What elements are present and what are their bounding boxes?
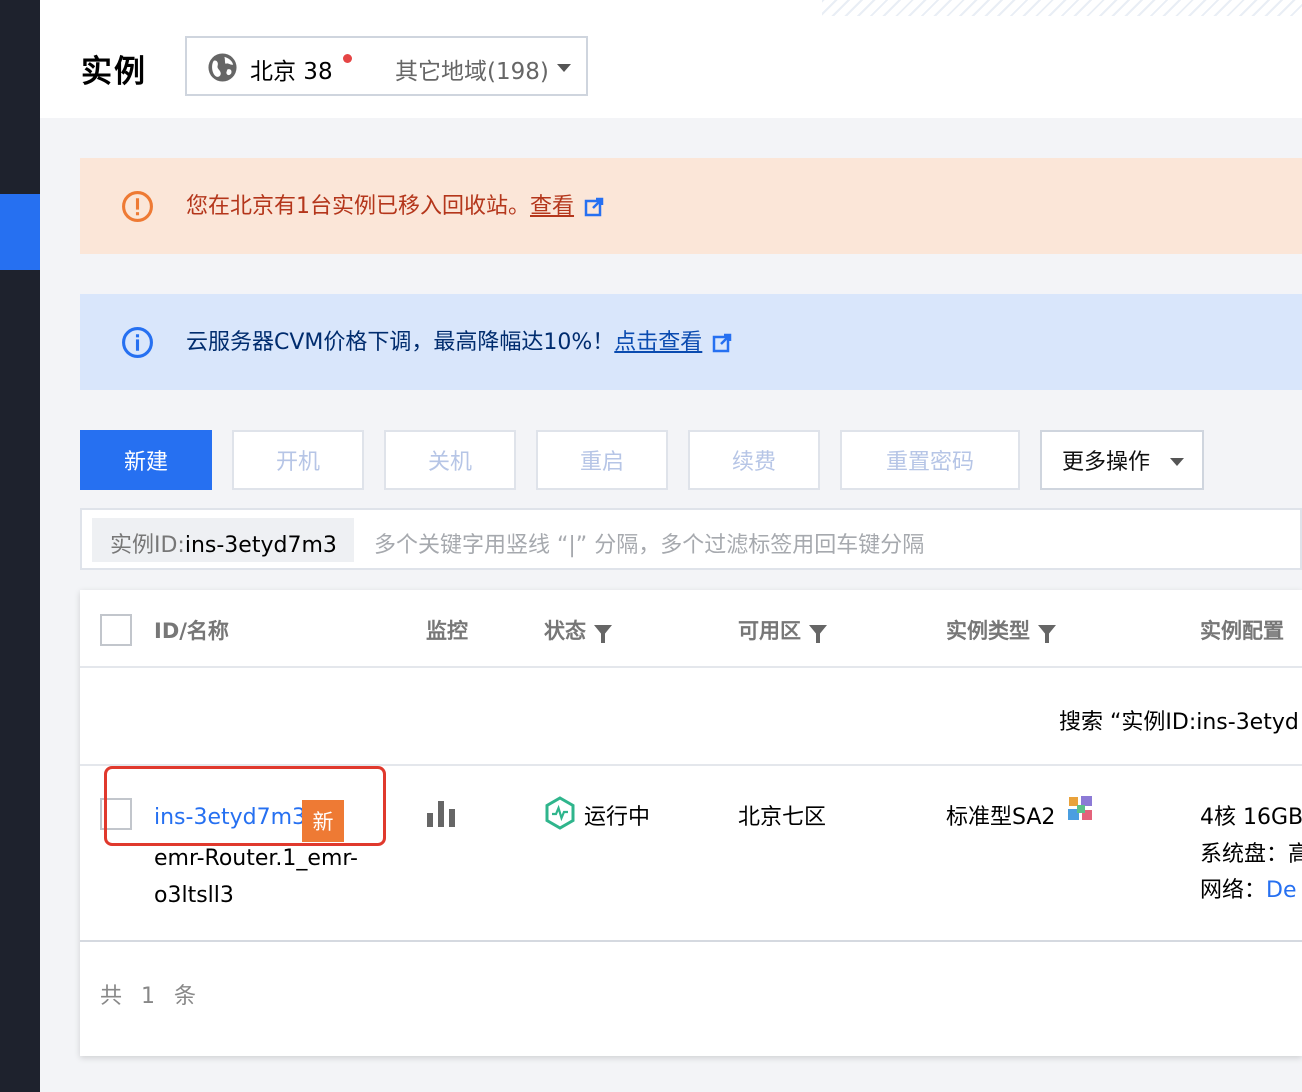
region-selector[interactable]: 北京 38 其它地域(198) [185,36,588,96]
price-alert-link[interactable]: 点击查看 [614,330,702,355]
recycle-alert-text: 您在北京有1台实例已移入回收站。查看 [186,188,604,220]
page-title: 实例 [81,54,147,90]
external-link-icon[interactable] [584,197,604,217]
column-type[interactable]: 实例类型 [946,615,1056,645]
warning-icon [122,191,153,222]
monitor-chart-icon[interactable] [427,799,455,827]
filter-icon[interactable] [1038,625,1056,643]
price-alert: 云服务器CVM价格下调，最高降幅达10%！点击查看 [80,294,1302,390]
recycle-bin-alert: 您在北京有1台实例已移入回收站。查看 [80,158,1302,254]
more-actions-dropdown[interactable]: 更多操作 [1040,430,1204,490]
left-nav-bar [0,0,40,1092]
column-zone[interactable]: 可用区 [738,615,827,645]
info-icon [122,327,153,358]
config-network: 网络：De [1200,872,1297,904]
column-monitor: 监控 [426,619,468,643]
filter-tag[interactable]: 实例ID:ins-3etyd7m3 [92,518,354,562]
recycle-alert-link[interactable]: 查看 [530,194,574,219]
stop-button[interactable]: 关机 [384,430,516,490]
instance-name-line2: o3ltsll3 [154,883,234,908]
instance-name-line1: emr-Router.1_emr- [154,846,358,871]
table-header: ID/名称 监控 状态 可用区 实例类型 实例配置 [80,590,1302,668]
instance-type-text: 标准型SA2 [946,805,1056,830]
price-alert-text: 云服务器CVM价格下调，最高降幅达10%！点击查看 [186,324,732,356]
zone-text: 北京七区 [738,805,827,830]
page-header: 实例 北京 38 其它地域(198) [40,0,1302,118]
instance-table: ID/名称 监控 状态 可用区 实例类型 实例配置 搜索 “实例ID:ins-3… [80,590,1302,1056]
restart-button[interactable]: 重启 [536,430,668,490]
filter-icon[interactable] [594,625,612,643]
filter-icon[interactable] [809,625,827,643]
column-id-name: ID/名称 [154,619,229,643]
filter-tag-key: 实例ID: [110,533,185,558]
system-disk-label: 系统盘： [1200,842,1289,867]
column-type-label: 实例类型 [946,619,1030,643]
recycle-alert-message: 您在北京有1台实例已移入回收站。 [186,194,530,219]
external-link-icon[interactable] [712,333,732,353]
reset-password-button[interactable]: 重置密码 [840,430,1020,490]
new-instance-button[interactable]: 新建 [80,430,212,490]
select-all-checkbox[interactable] [100,614,132,646]
column-status-label: 状态 [544,619,586,643]
config-system-disk: 系统盘：高 [1200,836,1302,868]
more-actions-label: 更多操作 [1062,450,1151,475]
column-zone-label: 可用区 [738,619,801,643]
price-alert-message: 云服务器CVM价格下调，最高降幅达10%！ [186,330,615,355]
search-input[interactable]: 多个关键字用竖线 “|” 分隔，多个过滤标签用回车键分隔 [374,527,924,559]
network-label: 网络： [1200,878,1267,903]
search-notice-row: 搜索 “实例ID:ins-3etyd [80,670,1302,766]
column-status[interactable]: 状态 [544,615,612,645]
search-notice-text: 搜索 “实例ID:ins-3etyd [1059,710,1299,735]
pagination-total: 共 1 条 [100,984,202,1009]
renew-button[interactable]: 续费 [688,430,820,490]
running-status-icon [545,796,575,830]
header-decoration [822,0,1302,16]
column-config: 实例配置 [1200,619,1284,643]
config-cpu-memory: 4核 16GB [1200,805,1302,830]
globe-icon [208,53,237,82]
start-button[interactable]: 开机 [232,430,364,490]
network-value[interactable]: De [1266,878,1296,903]
instance-type-badge-icon [1068,796,1092,820]
region-notification-dot [343,54,352,63]
chevron-down-icon[interactable] [557,64,571,72]
status-text: 运行中 [584,805,651,830]
region-current[interactable]: 北京 38 [250,52,333,86]
chevron-down-icon [1170,458,1184,466]
left-nav-active-item[interactable] [0,194,40,270]
region-other-dropdown[interactable]: 其它地域(198) [395,52,549,86]
system-disk-value: 高 [1288,842,1302,867]
search-filter-bar[interactable]: 实例ID:ins-3etyd7m3 多个关键字用竖线 “|” 分隔，多个过滤标签… [80,508,1302,570]
highlight-box [104,766,386,846]
filter-tag-value: ins-3etyd7m3 [184,533,337,558]
